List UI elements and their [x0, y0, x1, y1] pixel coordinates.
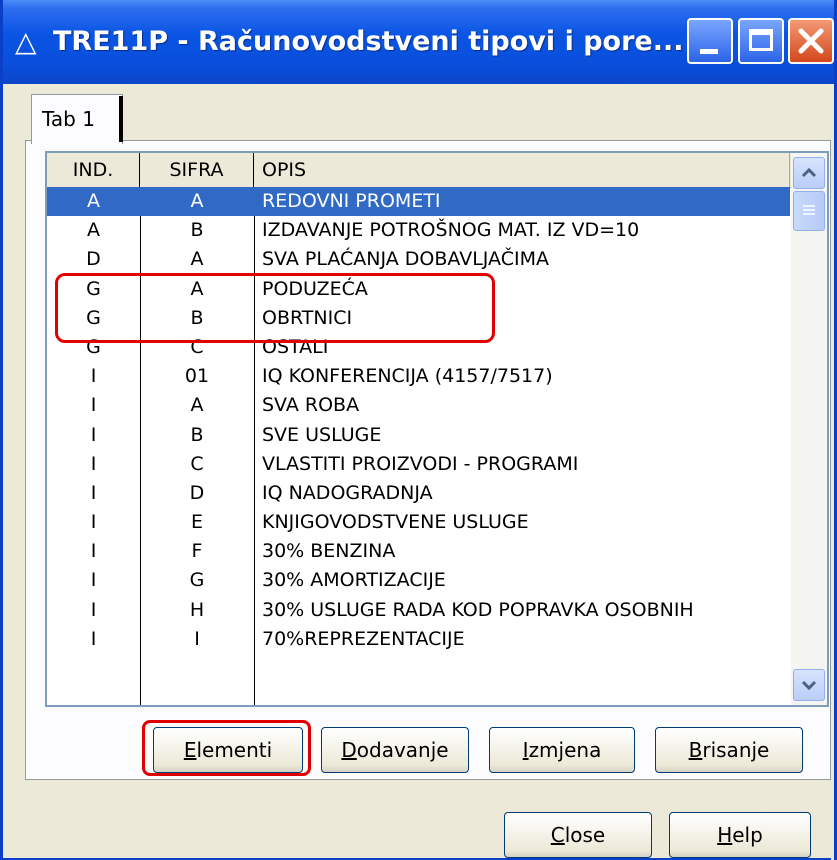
table-row[interactable]: A B IZDAVANJE POTROŠNOG MAT. IZ VD=10	[47, 216, 790, 245]
close-window-button[interactable]	[788, 18, 834, 64]
cell-opis: IQ NADOGRADNJA	[262, 481, 433, 504]
cell-sifra: B	[190, 423, 204, 446]
grid-rows: A A REDOVNI PROMETI A B IZDAVANJE POTROŠNOG M…	[47, 187, 790, 654]
tab-divider	[119, 96, 123, 142]
title-bar[interactable]: △ TRE11P - Računovodstveni tipovi i pore…	[3, 0, 834, 84]
window-title: TRE11P - Računovodstveni tipovi i pore..…	[53, 26, 684, 57]
scroll-down-button[interactable]	[793, 669, 825, 701]
tab-1[interactable]: Tab 1	[31, 94, 123, 144]
table-row[interactable]: A A REDOVNI PROMETI	[47, 187, 790, 217]
cell-opis: SVA ROBA	[262, 394, 360, 417]
close-button[interactable]: Close	[504, 812, 652, 858]
izmjena-button[interactable]: Izmjena	[489, 727, 635, 773]
cell-opis: KNJIGOVODSTVENE USLUGE	[262, 511, 529, 534]
table-row[interactable]: I B SVE USLUGE	[47, 421, 790, 450]
cell-ind: I	[90, 511, 97, 534]
grid-header: IND. SIFRA OPIS	[47, 153, 827, 188]
table-row[interactable]: I F 30% BENZINA	[47, 537, 790, 566]
table-row[interactable]: I I 70%REPREZENTACIJE	[47, 625, 790, 654]
cell-opis: REDOVNI PROMETI	[262, 190, 441, 212]
cell-ind: A	[87, 219, 100, 242]
vertical-scrollbar[interactable]	[791, 153, 827, 705]
close-icon	[798, 28, 824, 54]
chevron-up-icon	[801, 167, 817, 178]
table-row[interactable]: I A SVA ROBA	[47, 391, 790, 420]
cell-opis: IQ KONFERENCIJA (4157/7517)	[262, 365, 553, 388]
minimize-icon	[700, 49, 718, 54]
cell-opis: 30% BENZINA	[262, 540, 396, 563]
cell-sifra: I	[194, 627, 200, 650]
cell-opis: 30% USLUGE RADA KOD POPRAVKA OSOBNIH	[262, 598, 694, 621]
cell-sifra: H	[189, 598, 205, 621]
cell-ind: I	[90, 598, 97, 621]
triangle-icon: △	[15, 25, 37, 58]
cell-opis: SVA PLAĆANJA DOBAVLJAČIMA	[262, 248, 549, 271]
table-row[interactable]: I 01 IQ KONFERENCIJA (4157/7517)	[47, 362, 790, 391]
cell-opis: VLASTITI PROIZVODI - PROGRAMI	[262, 452, 579, 475]
data-grid[interactable]: IND. SIFRA OPIS A A REDOVNI PROMETI A B IZDAV…	[45, 151, 829, 707]
cell-opis: 30% AMORTIZACIJE	[262, 569, 446, 592]
annotation-button-highlight	[142, 720, 311, 776]
brisanje-button[interactable]: Brisanje	[655, 727, 803, 773]
cell-sifra: E	[190, 511, 203, 534]
table-row[interactable]: I E KNJIGOVODSTVENE USLUGE	[47, 508, 790, 537]
cell-ind: A	[87, 190, 100, 212]
cell-ind: I	[90, 569, 97, 592]
cell-ind: I	[90, 481, 97, 504]
cell-opis: 70%REPREZENTACIJE	[262, 627, 465, 650]
table-row[interactable]: I H 30% USLUGE RADA KOD POPRAVKA OSOBNIH	[47, 596, 790, 625]
table-row[interactable]: I C VLASTITI PROIZVODI - PROGRAMI	[47, 450, 790, 479]
help-button[interactable]: Help	[669, 812, 811, 858]
minimize-button[interactable]	[687, 18, 733, 64]
dodavanje-button[interactable]: Dodavanje	[321, 727, 469, 773]
column-header-sifra[interactable]: SIFRA	[140, 153, 254, 187]
cell-ind: I	[90, 452, 97, 475]
maximize-icon	[749, 29, 773, 51]
cell-ind: D	[86, 248, 101, 271]
cell-sifra: D	[189, 481, 205, 504]
cell-ind: I	[90, 394, 97, 417]
table-row[interactable]: I D IQ NADOGRADNJA	[47, 479, 790, 508]
cell-opis: SVE USLUGE	[262, 423, 382, 446]
scroll-thumb[interactable]	[793, 191, 825, 231]
column-header-opis[interactable]: OPIS	[254, 153, 790, 187]
cell-sifra: A	[190, 394, 204, 417]
cell-ind: I	[90, 423, 97, 446]
cell-opis: IZDAVANJE POTROŠNOG MAT. IZ VD=10	[262, 219, 640, 242]
dialog-window: △ TRE11P - Računovodstveni tipovi i pore…	[0, 0, 837, 860]
table-row[interactable]: I G 30% AMORTIZACIJE	[47, 566, 790, 595]
maximize-button[interactable]	[738, 18, 784, 64]
cell-sifra: A	[190, 248, 204, 271]
scroll-up-button[interactable]	[793, 157, 825, 189]
cell-ind: I	[90, 540, 97, 563]
column-header-ind[interactable]: IND.	[47, 153, 140, 187]
chevron-down-icon	[801, 680, 817, 691]
cell-sifra: F	[191, 540, 203, 563]
cell-sifra: B	[190, 219, 204, 242]
cell-sifra: G	[189, 569, 205, 592]
cell-ind: I	[90, 365, 97, 388]
cell-sifra: 01	[184, 365, 210, 388]
cell-sifra: C	[190, 452, 204, 475]
cell-ind: I	[90, 627, 97, 650]
tab-label: Tab 1	[42, 107, 95, 131]
annotation-rows-highlight	[55, 273, 495, 343]
grip-icon	[803, 205, 815, 215]
cell-sifra: A	[190, 190, 204, 212]
table-row[interactable]: D A SVA PLAĆANJA DOBAVLJAČIMA	[47, 245, 790, 274]
